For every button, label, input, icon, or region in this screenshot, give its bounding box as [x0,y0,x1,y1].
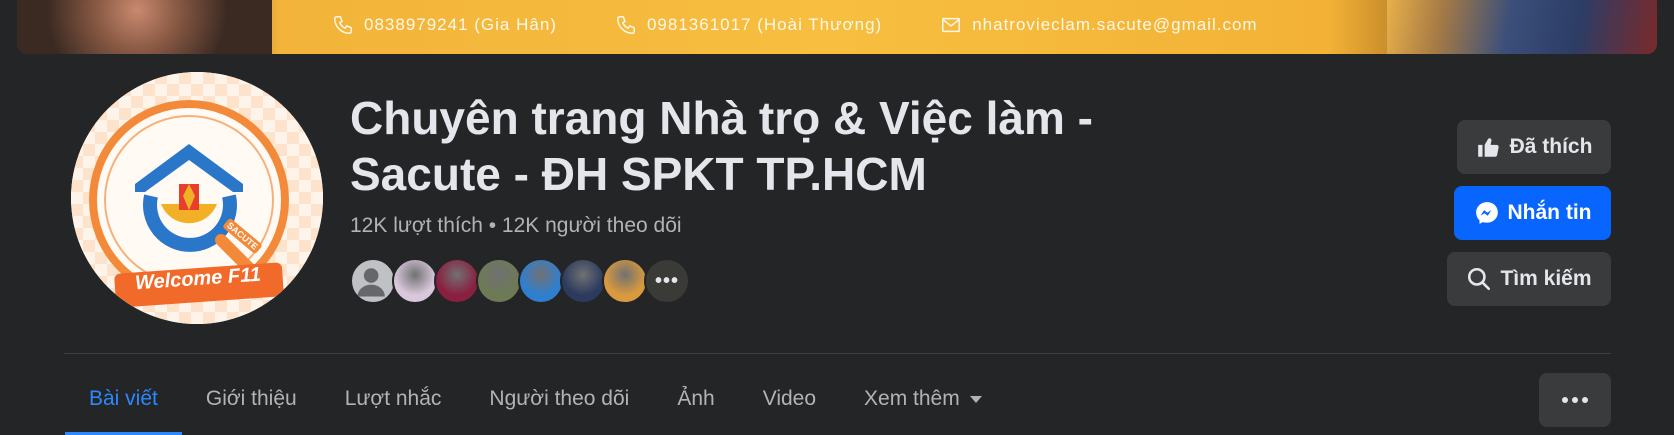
likes-count-link[interactable]: 12K lượt thích [350,214,483,237]
message-button[interactable]: Nhắn tin [1454,186,1611,240]
stats-separator: • [482,214,502,237]
follower-avatar[interactable] [434,258,480,304]
contact-phone-2: 0981361017 (Hoài Thương) [615,14,882,36]
message-button-label: Nhắn tin [1507,201,1592,224]
dot-icon [1582,397,1588,403]
liked-button[interactable]: Đã thích [1457,120,1611,174]
follower-avatar[interactable] [518,258,564,304]
follower-avatar[interactable] [392,258,438,304]
tab-label: Bài viết [89,386,158,410]
more-options-button[interactable] [1539,373,1611,427]
page-title-line-2: Sacute - ĐH SPKT TP.HCM [350,148,927,200]
contact-text: 0838979241 (Gia Hân) [364,15,557,34]
cover-photo[interactable]: 0838979241 (Gia Hân) 0981361017 (Hoài Th… [17,0,1657,54]
cover-photo-right [1387,0,1657,54]
dot-icon [1562,397,1568,403]
tab-6[interactable]: Xem thêm [840,362,1006,435]
thumbs-up-icon [1477,138,1499,157]
messenger-icon [1475,202,1498,224]
caret-down-icon [969,396,982,403]
cover-contacts: 0838979241 (Gia Hân) 0981361017 (Hoài Th… [332,14,1258,36]
tab-2[interactable]: Lượt nhắc [321,362,466,435]
tab-label: Người theo dõi [489,386,630,410]
tab-1[interactable]: Giới thiệu [182,362,321,435]
tab-label: Xem thêm [864,386,960,410]
search-button-label: Tìm kiếm [1500,267,1592,290]
header-divider [64,353,1611,354]
follower-avatar[interactable] [350,258,396,304]
more-followers-button[interactable]: ••• [644,258,690,304]
search-button[interactable]: Tìm kiếm [1447,252,1611,306]
page-stats: 12K lượt thích • 12K người theo dõi [350,214,682,238]
follower-avatar[interactable] [560,258,606,304]
followers-count-link[interactable]: 12K người theo dõi [502,214,682,237]
search-icon [1468,267,1491,291]
contact-text: nhatrovieclam.sacute@gmail.com [972,15,1258,34]
page-title: Chuyên trang Nhà trọ & Việc làm - Sacute… [350,90,1170,202]
tab-3[interactable]: Người theo dõi [465,362,653,435]
dot-icon [1572,397,1578,403]
tab-label: Giới thiệu [205,386,297,410]
tab-4[interactable]: Ảnh [653,362,738,435]
contact-phone-1: 0838979241 (Gia Hân) [332,14,557,36]
tab-0[interactable]: Bài viết [65,362,182,435]
follower-avatar[interactable] [602,258,648,304]
mail-icon [942,17,961,33]
phone-icon [334,16,352,34]
contact-email: nhatrovieclam.sacute@gmail.com [940,14,1257,36]
follower-avatar[interactable] [476,258,522,304]
tab-label: Ảnh [677,386,715,410]
tab-label: Video [762,386,817,410]
liked-button-label: Đã thích [1509,135,1593,158]
default-profile-icon [357,268,385,297]
cover-photo-left [17,0,272,54]
more-followers-label: ••• [654,269,679,292]
phone-icon [616,16,635,34]
follower-avatars: ••• [350,258,690,306]
tab-label: Lượt nhắc [344,386,442,410]
tab-5[interactable]: Video [739,362,840,435]
contact-text: 0981361017 (Hoài Thương) [646,15,883,34]
page-tabs: Bài viết Giới thiệu Lượt nhắc Người theo dõ… [65,362,1006,435]
page-title-line-1: Chuyên trang Nhà trọ & Việc làm - [350,92,1093,144]
page-avatar[interactable]: Welcome F11 SACUTE [71,72,323,324]
